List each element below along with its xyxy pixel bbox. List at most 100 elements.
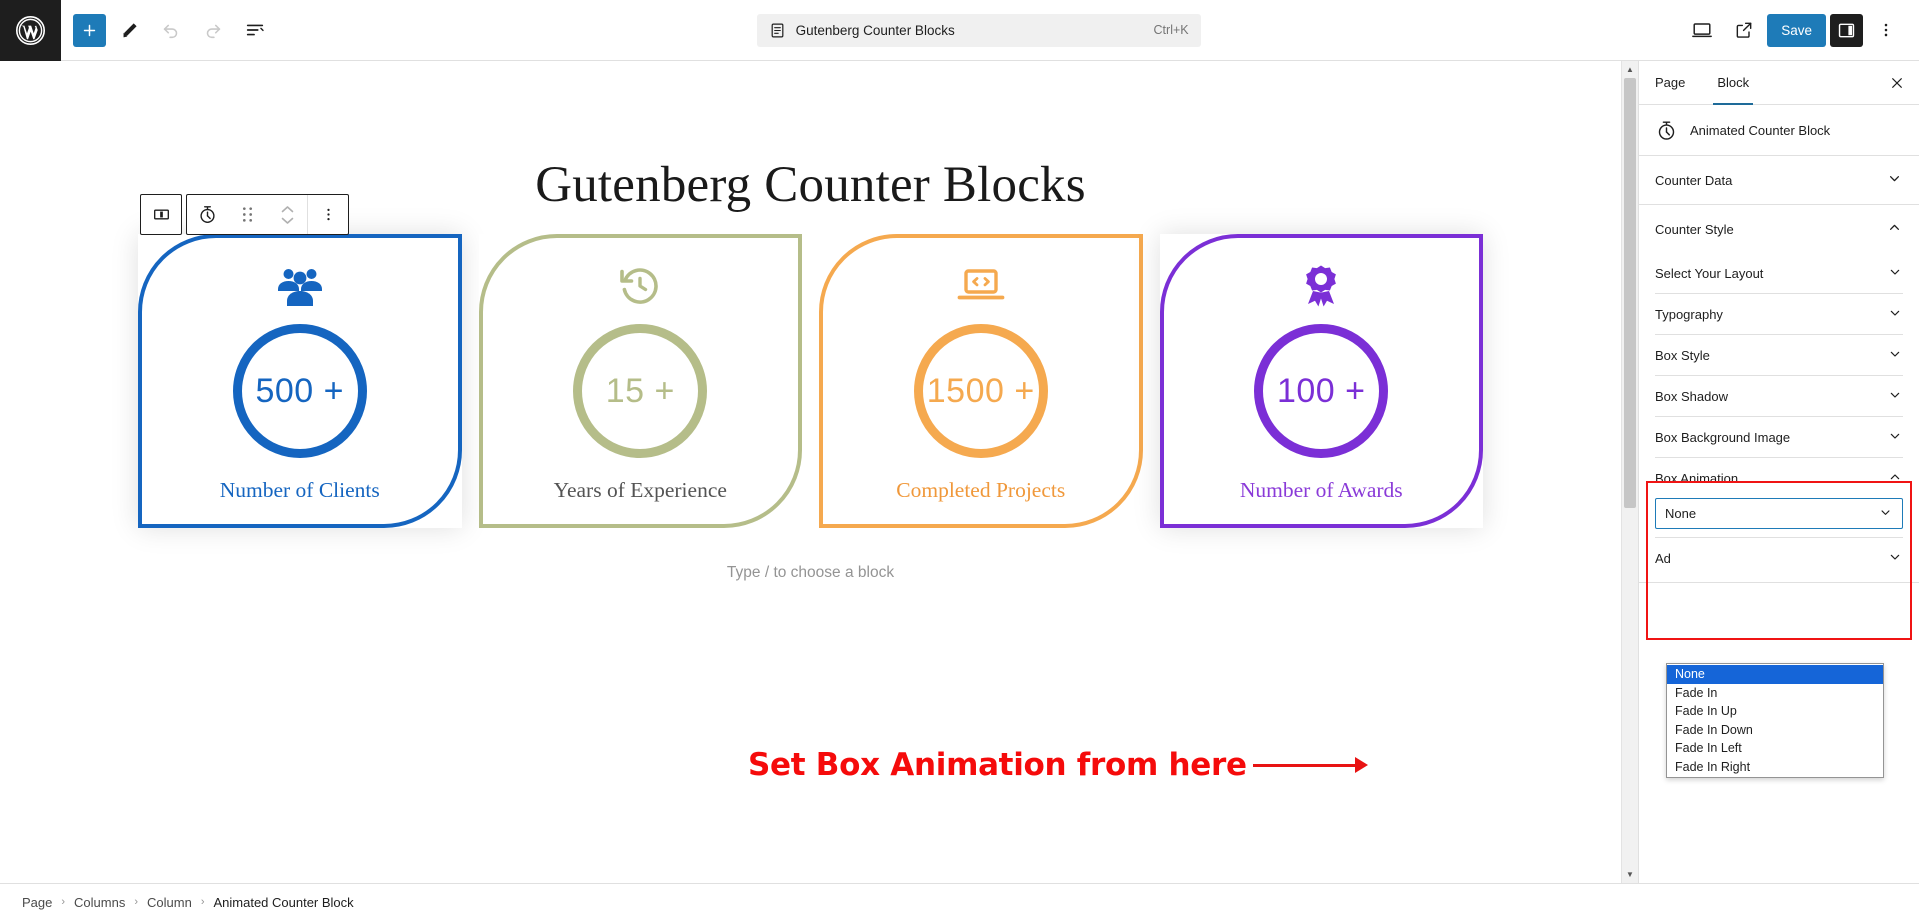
counter-number: 1500 + xyxy=(926,371,1035,410)
breadcrumb-item-columns[interactable]: Columns xyxy=(74,895,125,910)
subpanel-box-background-image-header[interactable]: Box Background Image xyxy=(1655,417,1903,457)
command-bar[interactable]: Gutenberg Counter Blocks Ctrl+K xyxy=(756,13,1201,47)
block-inserter-button[interactable] xyxy=(73,13,106,47)
breadcrumb-item-column[interactable]: Column xyxy=(147,895,192,910)
plus-icon xyxy=(83,24,96,36)
breadcrumb-item-page[interactable]: Page xyxy=(22,895,52,910)
chevron-up-icon xyxy=(1886,219,1903,239)
counter-number: 15 + xyxy=(605,371,675,410)
subpanel-box-shadow: Box Shadow xyxy=(1655,375,1903,416)
redo-button[interactable] xyxy=(194,11,232,49)
top-bar-right-tools: Save xyxy=(1683,11,1919,49)
subpanel-box-animation-header[interactable]: Box Animation xyxy=(1655,458,1903,498)
counter-ring: 500 + xyxy=(232,324,367,458)
block-toolbar-main-group xyxy=(186,194,349,235)
box-animation-selected-value: None xyxy=(1665,506,1697,521)
people-group-icon xyxy=(277,269,322,306)
subpanel-select-your-layout: Select Your Layout xyxy=(1655,253,1903,293)
dropdown-option[interactable]: Fade In Down xyxy=(1667,721,1883,740)
selected-block-name: Animated Counter Block xyxy=(1690,122,1831,138)
edit-pencil-icon xyxy=(123,22,137,37)
redo-icon xyxy=(206,24,221,39)
document-icon xyxy=(771,23,784,37)
counter-label: Years of Experience xyxy=(553,478,727,502)
stopwatch-icon xyxy=(199,206,215,223)
history-clock-icon xyxy=(620,268,659,304)
breadcrumb-separator: › xyxy=(134,896,139,908)
chevron-down-icon xyxy=(1878,505,1893,523)
counter-card[interactable]: 1500 + Completed Projects xyxy=(819,234,1143,528)
panel-counter-data-label: Counter Data xyxy=(1655,172,1733,188)
edit-tool-button[interactable] xyxy=(110,11,148,49)
more-options-button[interactable] xyxy=(1867,11,1905,49)
list-view-button[interactable] xyxy=(236,11,274,49)
tab-page[interactable]: Page xyxy=(1639,61,1701,104)
settings-sidebar-toggle[interactable] xyxy=(1830,13,1863,47)
counter-ring: 100 + xyxy=(1254,324,1389,458)
dropdown-option[interactable]: Fade In Up xyxy=(1667,702,1883,721)
sidebar-panel-icon xyxy=(1838,23,1855,37)
scrollbar-thumb[interactable] xyxy=(1624,78,1636,508)
desktop-icon xyxy=(1692,23,1713,38)
block-drag-handle[interactable] xyxy=(227,195,267,234)
counter-label: Number of Awards xyxy=(1239,478,1403,502)
close-icon xyxy=(1892,77,1902,88)
panel-counter-data-header[interactable]: Counter Data xyxy=(1639,156,1919,204)
block-more-options-button[interactable] xyxy=(308,195,348,234)
award-ribbon-icon xyxy=(1306,265,1337,307)
dropdown-option[interactable]: None xyxy=(1667,665,1883,684)
subpanel-select-your-layout-header[interactable]: Select Your Layout xyxy=(1655,253,1903,293)
annotation-arrow-line xyxy=(1252,763,1356,767)
settings-sidebar: Page Block Animated Counter Block Counte… xyxy=(1638,61,1919,883)
preview-device-button[interactable] xyxy=(1683,11,1721,49)
counter-ring: 1500 + xyxy=(913,324,1048,458)
scroll-up-arrow[interactable]: ▲ xyxy=(1622,61,1638,78)
subpanel-typography: Typography xyxy=(1655,293,1903,334)
chevron-down-icon xyxy=(1887,387,1903,406)
block-move-updown-buttons[interactable] xyxy=(267,195,307,234)
panel-counter-style: Counter Style Select Your Layout Typogra… xyxy=(1639,205,1919,583)
box-animation-dropdown-list[interactable]: None Fade In Fade In Up Fade In Down Fad… xyxy=(1666,663,1884,778)
dropdown-option[interactable]: Fade In Right xyxy=(1667,758,1883,777)
chevron-down-icon xyxy=(1887,549,1903,568)
save-button[interactable]: Save xyxy=(1767,13,1826,47)
panel-counter-style-header[interactable]: Counter Style xyxy=(1639,205,1919,253)
tab-block[interactable]: Block xyxy=(1701,61,1765,105)
scroll-down-arrow[interactable]: ▼ xyxy=(1622,866,1638,883)
card-icon xyxy=(1301,260,1341,312)
chevron-down-icon xyxy=(1887,264,1903,283)
block-type-stopwatch-button[interactable] xyxy=(187,195,227,234)
block-toolbar xyxy=(140,194,349,235)
close-sidebar-button[interactable] xyxy=(1875,61,1919,104)
subpanel-label: Select Your Layout xyxy=(1655,265,1764,281)
dropdown-option[interactable]: Fade In xyxy=(1667,684,1883,703)
subpanel-obscured-header[interactable]: Ad xyxy=(1655,538,1903,578)
counter-card[interactable]: 15 + Years of Experience xyxy=(478,234,802,528)
sidebar-tabs: Page Block xyxy=(1639,61,1919,105)
chevron-down-icon xyxy=(1886,170,1903,190)
select-parent-columns-button[interactable] xyxy=(141,195,181,234)
counter-cards-row: 500 + Number of Clients 15 + Years of Ex… xyxy=(0,234,1621,528)
wordpress-logo-button[interactable] xyxy=(0,0,61,61)
subpanel-label: Box Shadow xyxy=(1655,388,1728,404)
dropdown-option[interactable]: Fade In Left xyxy=(1667,739,1883,758)
annotation-arrow-head xyxy=(1354,757,1368,773)
counter-number: 100 + xyxy=(1276,371,1366,410)
box-animation-select[interactable]: None xyxy=(1655,498,1903,529)
subpanel-box-shadow-header[interactable]: Box Shadow xyxy=(1655,376,1903,416)
panel-counter-style-label: Counter Style xyxy=(1655,221,1734,237)
kebab-menu-icon xyxy=(1884,23,1888,37)
undo-button[interactable] xyxy=(152,11,190,49)
counter-card[interactable]: 100 + Number of Awards xyxy=(1159,234,1483,528)
subpanel-box-background-image: Box Background Image xyxy=(1655,416,1903,457)
card-icon xyxy=(276,260,324,312)
canvas-scrollbar[interactable]: ▲ ▼ xyxy=(1621,61,1638,883)
laptop-code-icon xyxy=(957,269,1005,300)
counter-card[interactable]: 500 + Number of Clients xyxy=(138,234,462,528)
subpanel-box-style-header[interactable]: Box Style xyxy=(1655,335,1903,375)
subpanel-typography-header[interactable]: Typography xyxy=(1655,294,1903,334)
breadcrumb-item-animated-counter-block[interactable]: Animated Counter Block xyxy=(213,895,353,910)
view-site-button[interactable] xyxy=(1725,11,1763,49)
empty-block-placeholder[interactable]: Type / to choose a block xyxy=(0,564,1621,582)
breadcrumb-separator: › xyxy=(61,896,66,908)
